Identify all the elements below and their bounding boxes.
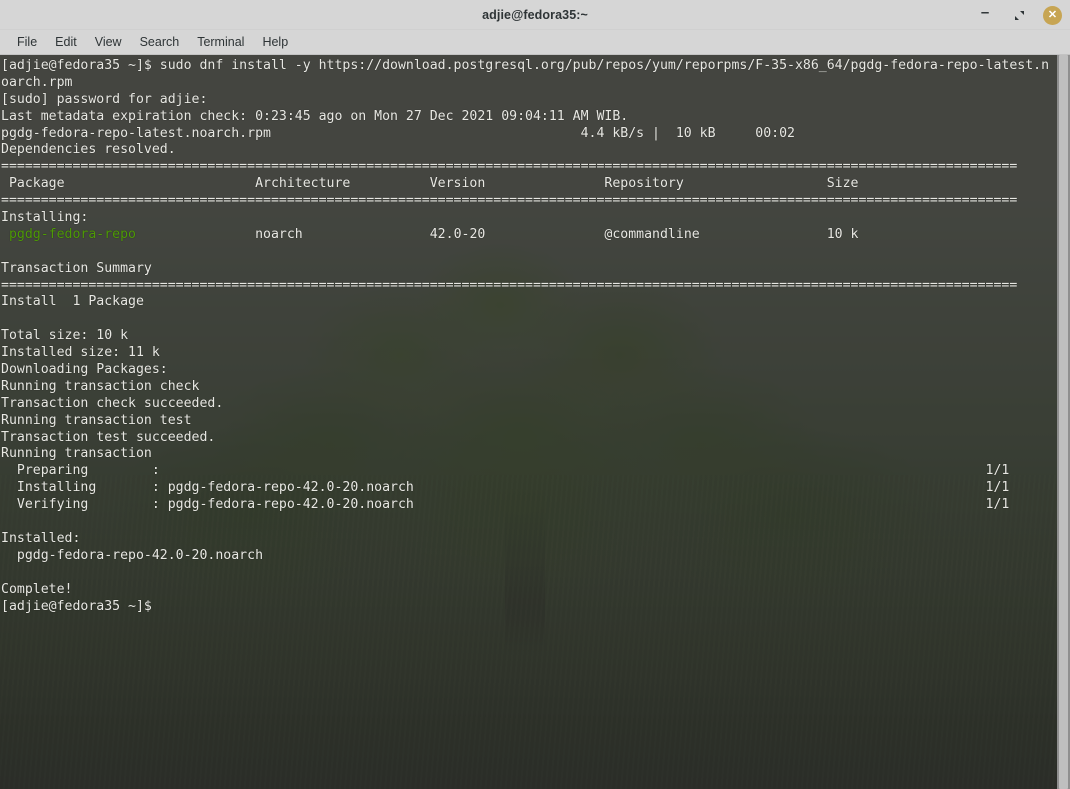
terminal-output[interactable]: [adjie@fedora35 ~]$ sudo dnf install -y … — [0, 55, 1070, 789]
terminal-line: ========================================… — [1, 193, 1018, 209]
menu-terminal[interactable]: Terminal — [188, 32, 253, 52]
menu-view[interactable]: View — [86, 32, 131, 52]
menu-help-label: Help — [262, 35, 289, 49]
package-name-highlight: pgdg-fedora-repo — [1, 226, 136, 242]
menu-file-label: File — [17, 35, 38, 49]
menu-search-label: Search — [139, 35, 180, 49]
terminal-scrollbar[interactable] — [1057, 55, 1070, 789]
menu-edit-label: Edit — [55, 35, 77, 49]
menu-edit[interactable]: Edit — [46, 32, 86, 52]
terminal-area[interactable]: [adjie@fedora35 ~]$ sudo dnf install -y … — [0, 55, 1070, 789]
terminal-line: Transaction check succeeded. — [1, 395, 224, 411]
terminal-line: [adjie@fedora35 ~]$ sudo dnf install -y … — [1, 58, 1050, 73]
terminal-line: oarch.rpm — [1, 74, 73, 90]
scrollbar-thumb[interactable] — [1059, 55, 1068, 789]
terminal-line: Running transaction test — [1, 412, 192, 428]
menu-view-label: View — [94, 35, 122, 49]
terminal-line: Dependencies resolved. — [1, 142, 176, 158]
title-bar: adjie@fedora35:~ – ✕ — [0, 0, 1070, 30]
terminal-line: [sudo] password for adjie: — [1, 91, 208, 107]
terminal-window: adjie@fedora35:~ – ✕ File Edit View Sear… — [0, 0, 1070, 789]
terminal-line: Total size: 10 k — [1, 328, 129, 344]
menu-bar: File Edit View Search Terminal Help — [0, 30, 1070, 55]
terminal-line: Installing : pgdg-fedora-repo-42.0-20.no… — [1, 480, 1010, 496]
package-row-fields: noarch 42.0-20 @commandline 10 k — [135, 226, 859, 242]
terminal-line: pgdg-fedora-repo noarch 42.0-20 @command… — [0, 227, 1070, 244]
minimize-button[interactable]: – — [975, 5, 995, 25]
terminal-line: Installed size: 11 k — [1, 345, 160, 361]
terminal-line: Complete! — [1, 581, 73, 597]
terminal-line: pgdg-fedora-repo-latest.noarch.rpm 4.4 k… — [1, 125, 795, 141]
window-title: adjie@fedora35:~ — [482, 7, 588, 22]
terminal-line: Verifying : pgdg-fedora-repo-42.0-20.noa… — [1, 497, 1010, 513]
terminal-line: Last metadata expiration check: 0:23:45 … — [1, 108, 629, 124]
close-button[interactable]: ✕ — [1043, 5, 1062, 25]
maximize-restore-icon — [1014, 10, 1024, 20]
window-controls: – ✕ — [975, 0, 1062, 30]
terminal-line: Running transaction — [1, 446, 152, 462]
menu-file[interactable]: File — [8, 32, 46, 52]
terminal-line: pgdg-fedora-repo-42.0-20.noarch — [1, 547, 264, 563]
terminal-line: ========================================… — [1, 159, 1018, 175]
terminal-line: Package Architecture Version Repository … — [1, 176, 859, 192]
terminal-line: Installing: — [1, 210, 89, 226]
terminal-line: Transaction test succeeded. — [1, 429, 216, 445]
terminal-line: ========================================… — [1, 277, 1018, 293]
maximize-button[interactable] — [1009, 5, 1029, 25]
terminal-line: Running transaction check — [1, 378, 200, 394]
terminal-line: Downloading Packages: — [1, 362, 168, 378]
menu-terminal-label: Terminal — [197, 35, 245, 49]
terminal-line: [adjie@fedora35 ~]$ — [1, 598, 152, 614]
terminal-line: Install 1 Package — [1, 294, 144, 310]
terminal-line: Transaction Summary — [1, 260, 152, 276]
menu-help[interactable]: Help — [253, 32, 297, 52]
minimize-icon: – — [980, 4, 990, 21]
terminal-line: Installed: — [1, 530, 81, 546]
menu-search[interactable]: Search — [131, 32, 189, 52]
close-icon: ✕ — [1047, 8, 1058, 21]
terminal-line: Preparing : 1/1 — [1, 463, 1010, 479]
